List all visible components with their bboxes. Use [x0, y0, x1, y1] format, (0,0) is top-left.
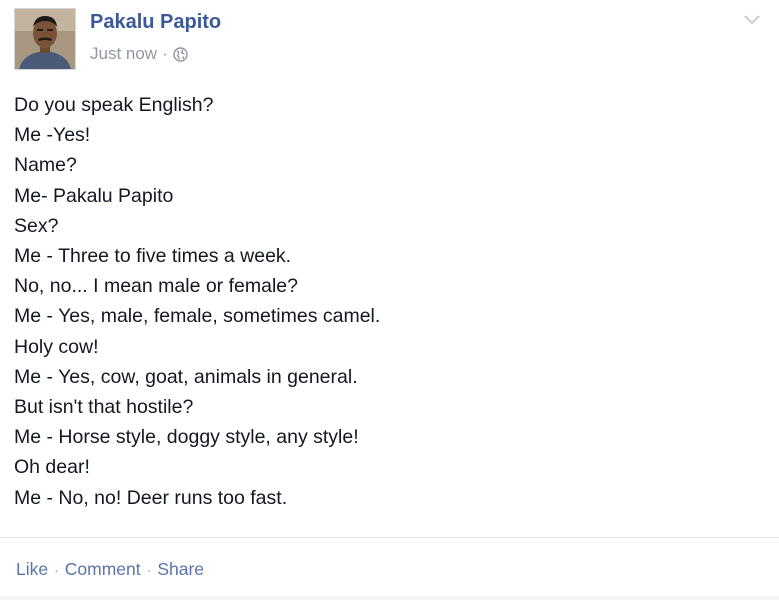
post-line: Me - Yes, male, female, sometimes camel. — [14, 305, 381, 328]
post-bottom-border — [0, 596, 779, 600]
post-text: Do you speak English? Me -Yes! Name? Me-… — [14, 90, 754, 513]
meta-separator: · — [162, 44, 168, 63]
post-actions: Like · Comment · Share — [16, 559, 204, 580]
like-button[interactable]: Like — [16, 559, 48, 580]
post-line: Me- Pakalu Papito — [14, 184, 174, 207]
globe-icon[interactable] — [173, 47, 188, 62]
post-line: Oh dear! — [14, 456, 90, 479]
share-button[interactable]: Share — [157, 559, 204, 580]
post-line: Me -Yes! — [14, 124, 91, 147]
action-separator: · — [54, 561, 59, 578]
post-line: Holy cow! — [14, 335, 99, 358]
post-line: Sex? — [14, 214, 59, 237]
post-line: Me - Three to five times a week. — [14, 245, 292, 268]
post-line: Name? — [14, 154, 77, 177]
divider — [0, 537, 779, 538]
post-line: Me - No, no! Deer runs too fast. — [14, 486, 288, 509]
post-line: Do you speak English? — [14, 94, 214, 116]
post-line: No, no... I mean male or female? — [14, 275, 298, 298]
post-line: Me - Horse style, doggy style, any style… — [14, 426, 359, 449]
post-meta: Just now · — [90, 44, 188, 64]
facebook-post: Pakalu Papito Just now · Do you speak En… — [0, 0, 779, 600]
timestamp[interactable]: Just now — [90, 44, 157, 64]
post-line: Me - Yes, cow, goat, animals in general. — [14, 365, 358, 388]
avatar[interactable] — [14, 8, 76, 70]
action-separator: · — [146, 561, 152, 578]
chevron-down-icon[interactable] — [743, 12, 761, 26]
post-line: But isn't that hostile? — [14, 396, 194, 419]
author-name-link[interactable]: Pakalu Papito — [90, 11, 221, 34]
comment-button[interactable]: Comment — [65, 559, 141, 580]
